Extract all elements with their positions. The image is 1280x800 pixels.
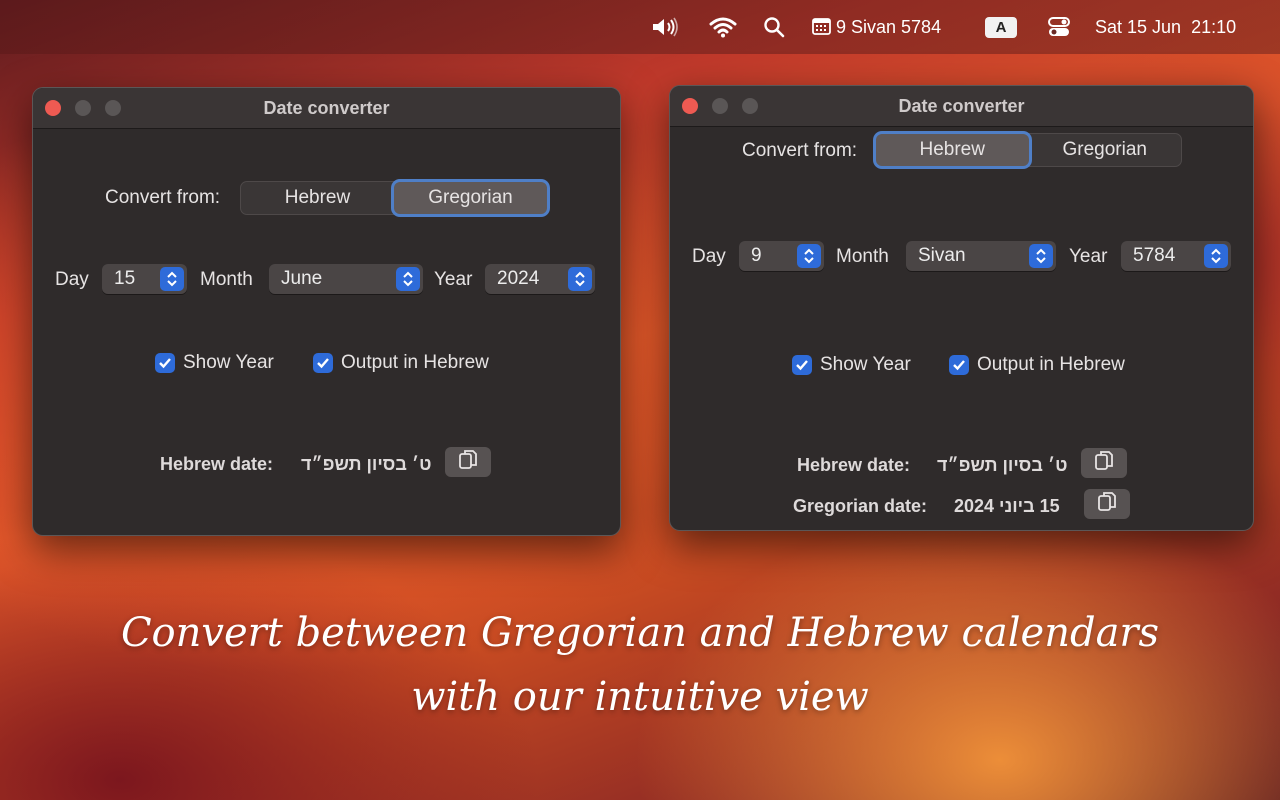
checkmark-icon[interactable] [792, 355, 812, 375]
window-title: Date converter [898, 96, 1025, 116]
segment-hebrew[interactable]: Hebrew [876, 134, 1029, 166]
show-year-label: Show Year [820, 354, 911, 375]
chevron-up-down-icon[interactable] [396, 267, 420, 291]
hebrew-date-value: ט׳ בסיון תשפ״ד [937, 455, 1068, 475]
hebrew-date-label: Hebrew date: [797, 455, 911, 475]
menu-bar: 9 Sivan 5784 A Sat 15 Jun 21:10 [0, 0, 1280, 54]
convert-from-label: Convert from: [742, 140, 858, 161]
month-value: Sivan [918, 245, 966, 266]
control-center-icon[interactable] [1047, 0, 1071, 54]
segment-gregorian[interactable]: Gregorian [1029, 134, 1182, 166]
month-select[interactable]: Sivan [906, 241, 1056, 271]
month-label: Month [200, 269, 253, 290]
chevron-up-down-icon[interactable] [1204, 244, 1228, 268]
segment-hebrew[interactable]: Hebrew [241, 182, 394, 214]
segment-gregorian[interactable]: Gregorian [394, 182, 547, 214]
speaker-icon[interactable] [651, 0, 681, 54]
day-value: 9 [751, 245, 762, 266]
copy-hebrew-date-button[interactable] [445, 447, 491, 477]
chevron-up-down-icon[interactable] [568, 267, 592, 291]
date-converter-window-hebrew: Date converter Convert from: Hebrew Greg… [669, 85, 1254, 531]
menubar-datetime[interactable]: Sat 15 Jun 21:10 [1095, 0, 1236, 54]
show-year-label: Show Year [183, 352, 274, 373]
output-hebrew-checkbox[interactable]: Output in Hebrew [949, 354, 1125, 376]
convert-from-segmented-control: Hebrew Gregorian [875, 133, 1182, 167]
copy-gregorian-date-button[interactable] [1084, 489, 1130, 519]
month-select[interactable]: June [269, 264, 423, 294]
gregorian-date-label: Gregorian date: [793, 496, 928, 516]
convert-from-segmented-control: Hebrew Gregorian [240, 181, 548, 215]
output-hebrew-checkbox[interactable]: Output in Hebrew [313, 352, 489, 374]
input-source-icon[interactable]: A [985, 17, 1017, 38]
calendar-icon[interactable] [811, 0, 833, 54]
checkmark-icon[interactable] [155, 353, 175, 373]
output-hebrew-label: Output in Hebrew [977, 354, 1125, 375]
window-title: Date converter [263, 98, 390, 118]
chevron-up-down-icon[interactable] [160, 267, 184, 291]
month-value: June [281, 268, 323, 289]
checkmark-icon[interactable] [949, 355, 969, 375]
hebrew-date-value: ט׳ בסיון תשפ״ד [301, 454, 432, 474]
gregorian-date-value: 15 ביוני 2024 [954, 496, 1060, 516]
day-label: Day [692, 246, 726, 267]
copy-hebrew-date-button[interactable] [1081, 448, 1127, 478]
show-year-checkbox[interactable]: Show Year [155, 352, 274, 374]
year-label: Year [1069, 246, 1108, 267]
wifi-icon[interactable] [709, 0, 737, 54]
copy-icon [1096, 490, 1118, 519]
hebrew-date-label: Hebrew date: [160, 454, 274, 474]
year-value: 5784 [1133, 245, 1176, 266]
day-label: Day [55, 269, 89, 290]
checkmark-icon[interactable] [313, 353, 333, 373]
chevron-up-down-icon[interactable] [797, 244, 821, 268]
chevron-up-down-icon[interactable] [1029, 244, 1053, 268]
caption-line-2: with our intuitive view [411, 674, 869, 720]
search-icon[interactable] [763, 0, 785, 54]
year-label: Year [434, 269, 473, 290]
menubar-hebrew-date[interactable]: 9 Sivan 5784 [836, 0, 941, 54]
copy-icon [457, 448, 479, 477]
show-year-checkbox[interactable]: Show Year [792, 354, 911, 376]
convert-from-label: Convert from: [105, 187, 221, 208]
year-stepper[interactable]: 2024 [485, 264, 595, 294]
day-stepper[interactable]: 15 [102, 264, 187, 294]
titlebar: Date converter [33, 88, 620, 129]
caption-line-1: Convert between Gregorian and Hebrew cal… [120, 610, 1160, 656]
output-hebrew-label: Output in Hebrew [341, 352, 489, 373]
date-converter-window-gregorian: Date converter Convert from: Hebrew Greg… [32, 87, 621, 536]
titlebar: Date converter [670, 86, 1253, 127]
month-label: Month [836, 246, 889, 267]
year-value: 2024 [497, 268, 540, 289]
day-stepper[interactable]: 9 [739, 241, 824, 271]
copy-icon [1093, 449, 1115, 478]
day-value: 15 [114, 268, 136, 289]
year-stepper[interactable]: 5784 [1121, 241, 1231, 271]
